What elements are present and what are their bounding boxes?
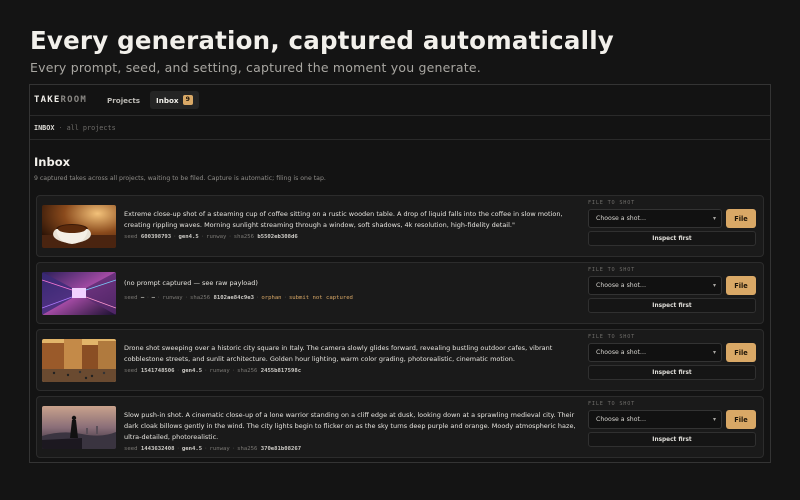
prompt-text: Drone shot sweeping over a historic city… — [124, 344, 553, 363]
chevron-down-icon: ▾ — [712, 282, 716, 289]
file-button[interactable]: File — [726, 410, 756, 429]
hash-value: 370e81b08267 — [260, 446, 302, 452]
hash-value: b5502eb308d6 — [257, 234, 298, 240]
inbox-item: Extreme close-up shot of a steaming cup … — [36, 195, 764, 257]
file-to-shot-label: FILE TO SHOT — [588, 267, 636, 273]
prompt-text: Slow push-in shot. A cinematic close-up … — [124, 411, 576, 441]
file-to-shot-label: FILE TO SHOT — [588, 200, 636, 206]
shot-select[interactable]: Choose a shot… ▾ — [588, 410, 722, 429]
file-button[interactable]: File — [726, 276, 756, 295]
inbox-list: Extreme close-up shot of a steaming cup … — [36, 195, 764, 462]
brand-logo[interactable]: TAKE ROOM — [34, 95, 87, 105]
take-meta: seed 600398793 · gen4.5 · runway · sha256 b550… — [124, 234, 298, 240]
thumbnail-warrior-cliff[interactable] — [42, 406, 116, 449]
brand-secondary: ROOM — [60, 95, 87, 105]
model-value: gen4.5 — [178, 234, 199, 240]
tab-inbox[interactable]: Inbox 9 — [150, 91, 199, 109]
take-meta: seed 1443632408 · gen4.5 · runway · sha256 370… — [124, 446, 302, 452]
prompt-text: Extreme close-up shot of a steaming cup … — [124, 210, 563, 229]
model-value: — — [151, 295, 155, 301]
model-value: gen4.5 — [181, 446, 203, 452]
provider-value: runway — [162, 295, 183, 301]
tab-projects[interactable]: Projects — [101, 92, 146, 109]
file-panel: FILE TO SHOT Choose a shot… ▾ File Inspe… — [588, 401, 758, 447]
breadcrumb-all-projects[interactable]: all projects — [67, 124, 116, 132]
seed-value: 1541748506 — [140, 368, 175, 374]
thumbnail-city-square[interactable] — [42, 339, 116, 382]
inbox-item: Drone shot sweeping over a historic city… — [36, 329, 764, 391]
inspect-first-button[interactable]: Inspect first — [588, 298, 756, 313]
seed-value: 1443632408 — [140, 446, 175, 452]
hero-subtitle: Every prompt, seed, and setting, capture… — [30, 60, 481, 75]
page-description: 9 captured takes across all projects, wa… — [34, 175, 326, 182]
tab-projects-label: Projects — [106, 95, 141, 105]
inbox-item: Slow push-in shot. A cinematic close-up … — [36, 396, 764, 458]
model-value: gen4.5 — [181, 368, 203, 374]
thumbnail-neon-corridor[interactable] — [42, 272, 116, 315]
top-bar: TAKE ROOM Projects Inbox 9 — [30, 85, 770, 116]
file-button[interactable]: File — [726, 209, 756, 228]
take-meta: seed — · — · runway · sha256 8102ae84c9e3 · orph… — [124, 295, 353, 301]
hero-title: Every generation, captured automatically — [30, 26, 614, 55]
thumbnail-coffee-cup[interactable] — [42, 205, 116, 248]
provider-value: runway — [209, 368, 230, 374]
shot-select[interactable]: Choose a shot… ▾ — [588, 276, 722, 295]
main-nav: Projects Inbox 9 — [101, 91, 199, 109]
inbox-count-badge: 9 — [182, 95, 193, 105]
provider-value: runway — [209, 446, 230, 452]
app-window: TAKE ROOM Projects Inbox 9 INBOX · all pr… — [29, 84, 771, 463]
orphan-flag: orphan — [261, 295, 282, 301]
page-title: Inbox — [34, 155, 71, 169]
breadcrumb-current: INBOX — [34, 123, 55, 132]
breadcrumb: INBOX · all projects — [30, 116, 770, 140]
seed-value: — — [140, 295, 145, 301]
seed-value: 600398793 — [140, 234, 172, 240]
inspect-first-button[interactable]: Inspect first — [588, 231, 756, 246]
shot-select[interactable]: Choose a shot… ▾ — [588, 209, 722, 228]
provider-value: runway — [206, 234, 227, 240]
brand-primary: TAKE — [34, 95, 61, 105]
prompt-text: (no prompt captured — see raw payload) — [124, 279, 258, 287]
chevron-down-icon: ▾ — [712, 349, 716, 356]
file-to-shot-label: FILE TO SHOT — [588, 334, 636, 340]
inspect-first-button[interactable]: Inspect first — [588, 365, 756, 380]
inspect-first-button[interactable]: Inspect first — [588, 432, 756, 447]
file-button[interactable]: File — [726, 343, 756, 362]
submit-flag: submit not captured — [288, 295, 353, 301]
inbox-item: (no prompt captured — see raw payload) s… — [36, 262, 764, 324]
hash-value: 2455b817598c — [260, 368, 302, 374]
file-to-shot-label: FILE TO SHOT — [588, 401, 636, 407]
file-panel: FILE TO SHOT Choose a shot… ▾ File Inspe… — [588, 334, 758, 380]
tab-inbox-label: Inbox — [156, 95, 179, 105]
breadcrumb-separator: · — [58, 123, 63, 132]
hash-value: 8102ae84c9e3 — [213, 295, 254, 301]
shot-select[interactable]: Choose a shot… ▾ — [588, 343, 722, 362]
take-meta: seed 1541748506 · gen4.5 · runway · sha256 245… — [124, 368, 302, 374]
chevron-down-icon: ▾ — [712, 416, 716, 423]
chevron-down-icon: ▾ — [712, 215, 716, 222]
file-panel: FILE TO SHOT Choose a shot… ▾ File Inspe… — [588, 200, 758, 246]
file-panel: FILE TO SHOT Choose a shot… ▾ File Inspe… — [588, 267, 758, 313]
